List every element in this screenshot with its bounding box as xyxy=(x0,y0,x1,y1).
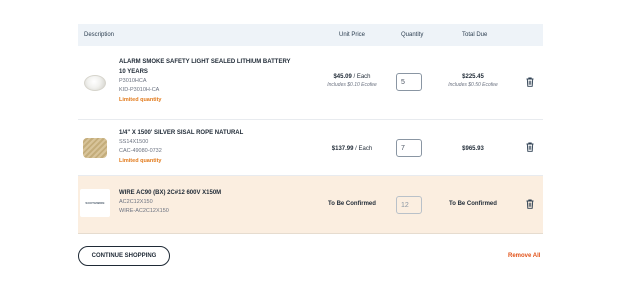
product-sku: P3010HCA xyxy=(119,78,147,84)
header-description: Description xyxy=(84,32,115,38)
total-value: $225.45 xyxy=(462,74,484,80)
total-due: $225.45 Includes $0.50 Ecofee xyxy=(435,74,511,88)
trash-icon[interactable] xyxy=(526,142,534,152)
product-image[interactable]: SOUTHWIRE xyxy=(80,189,110,217)
total-due: To Be Confirmed xyxy=(435,201,511,207)
continue-shopping-button[interactable]: CONTINUE SHOPPING xyxy=(78,246,170,266)
total-value: $965.93 xyxy=(462,146,484,152)
rope-image xyxy=(83,138,107,158)
quantity-input[interactable]: 5 xyxy=(396,73,422,91)
cart-table: Description Unit Price Quantity Total Du… xyxy=(78,24,543,234)
price-value: $137.99 xyxy=(331,146,354,152)
brand-logo-image: SOUTHWIRE xyxy=(85,201,105,205)
product-image[interactable] xyxy=(80,69,110,97)
product-name[interactable]: WIRE AC90 (BX) 2C#12 600V X150M xyxy=(119,188,294,198)
product-code: CAC-49080-0732 xyxy=(119,148,162,154)
total-value: To Be Confirmed xyxy=(449,201,497,207)
header-total-due: Total Due xyxy=(462,32,488,38)
quantity-input[interactable]: 12 xyxy=(396,196,422,214)
total-ecofee-note: Includes $0.50 Ecofee xyxy=(448,82,498,88)
product-name[interactable]: 1/4" X 1500' SILVER SISAL ROPE NATURAL xyxy=(119,128,294,138)
smoke-alarm-image xyxy=(84,75,106,91)
price-value: To Be Confirmed xyxy=(328,201,376,207)
product-description: ALARM SMOKE SAFETY LIGHT SEALED LITHIUM … xyxy=(119,57,294,105)
unit-price: To Be Confirmed xyxy=(304,201,400,207)
product-image[interactable] xyxy=(80,134,110,162)
price-value: $45.09 xyxy=(333,74,352,80)
remove-all-link[interactable]: Remove All xyxy=(508,253,540,259)
product-name[interactable]: ALARM SMOKE SAFETY LIGHT SEALED LITHIUM … xyxy=(119,57,294,77)
limited-quantity-label: Limited quantity xyxy=(119,97,162,103)
product-description: WIRE AC90 (BX) 2C#12 600V X150M AC2C12X1… xyxy=(119,188,294,216)
unit-price: $45.09 / Each Includes $0.10 Ecofee xyxy=(304,74,400,88)
limited-quantity-label: Limited quantity xyxy=(119,158,162,164)
product-code: WIRE-AC2C12X150 xyxy=(119,208,169,214)
header-unit-price: Unit Price xyxy=(339,32,366,38)
product-code: KID-P3010H-CA xyxy=(119,87,160,93)
unit-price: $137.99 / Each xyxy=(304,146,400,152)
price-unit: / Each xyxy=(353,146,373,152)
product-sku: SS14X1500 xyxy=(119,139,149,145)
quantity-input[interactable]: 7 xyxy=(396,139,422,157)
table-header: Description Unit Price Quantity Total Du… xyxy=(78,24,543,46)
table-row: 1/4" X 1500' SILVER SISAL ROPE NATURAL S… xyxy=(78,120,543,176)
product-description: 1/4" X 1500' SILVER SISAL ROPE NATURAL S… xyxy=(119,128,294,166)
trash-icon[interactable] xyxy=(526,77,534,87)
table-row: ALARM SMOKE SAFETY LIGHT SEALED LITHIUM … xyxy=(78,46,543,120)
trash-icon[interactable] xyxy=(526,199,534,209)
header-quantity: Quantity xyxy=(401,32,424,38)
total-due: $965.93 xyxy=(435,146,511,152)
product-sku: AC2C12X150 xyxy=(119,199,153,205)
price-unit: / Each xyxy=(351,74,371,80)
table-row: SOUTHWIRE WIRE AC90 (BX) 2C#12 600V X150… xyxy=(78,176,543,234)
price-ecofee-note: Includes $0.10 Ecofee xyxy=(327,82,377,88)
